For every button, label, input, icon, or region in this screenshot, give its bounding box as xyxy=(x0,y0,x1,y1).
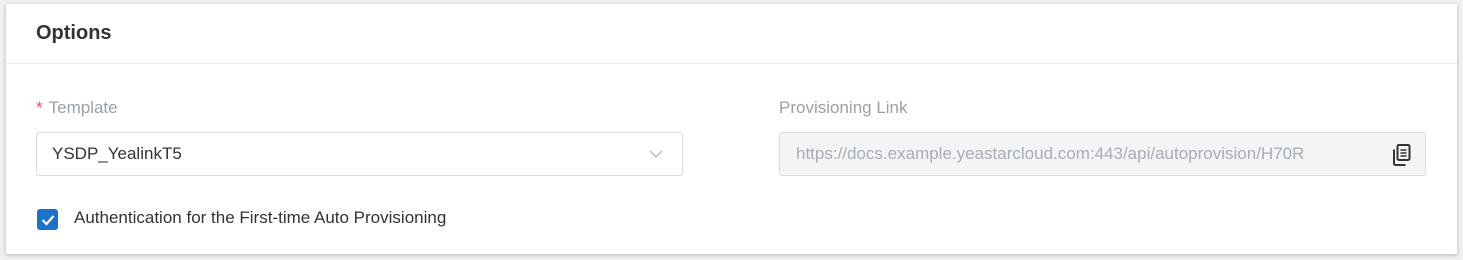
provisioning-link-value: https://docs.example.yeastarcloud.com:44… xyxy=(796,144,1305,163)
provisioning-link-label: Provisioning Link xyxy=(779,98,908,117)
options-card: Options * Template YSDP_YealinkT5 Provisi… xyxy=(6,4,1457,254)
template-label: * Template xyxy=(36,98,118,118)
copy-icon[interactable] xyxy=(1391,143,1413,167)
auth-checkbox-label[interactable]: Authentication for the First-time Auto P… xyxy=(74,208,446,228)
card-header: Options xyxy=(6,4,1457,64)
template-label-text: Template xyxy=(48,98,118,117)
provisioning-link-field[interactable]: https://docs.example.yeastarcloud.com:44… xyxy=(779,132,1426,176)
template-select-value: YSDP_YealinkT5 xyxy=(52,144,182,163)
template-select[interactable]: YSDP_YealinkT5 xyxy=(36,132,683,176)
chevron-down-icon xyxy=(649,150,663,158)
section-title: Options xyxy=(36,22,112,44)
required-mark: * xyxy=(36,98,43,117)
auth-checkbox[interactable] xyxy=(37,209,58,230)
checkmark-icon xyxy=(41,214,54,226)
